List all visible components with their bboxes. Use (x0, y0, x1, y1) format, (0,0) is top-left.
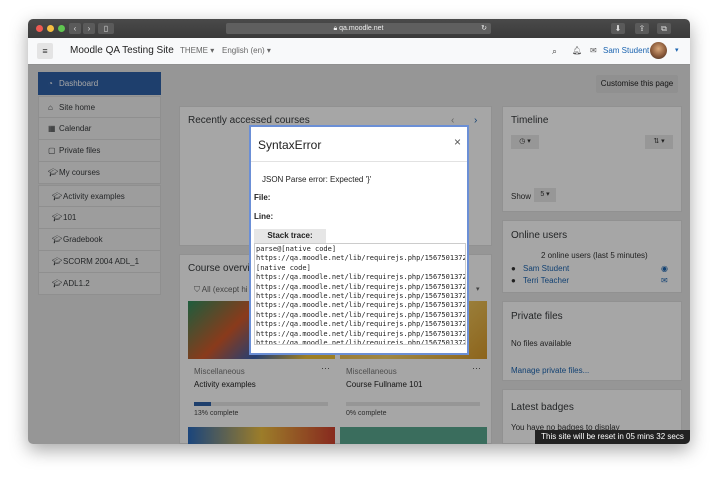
error-modal: SyntaxError × JSON Parse error: Expected… (249, 125, 469, 355)
modal-title: SyntaxError (258, 138, 322, 152)
stack-trace-button[interactable]: Stack trace: (254, 229, 326, 243)
stack-trace-line: https://qa.moodle.net/lib/requirejs.php/… (256, 292, 466, 301)
theme-menu[interactable]: THEME ▾ (180, 38, 214, 64)
stack-trace-box[interactable]: parse@[native code] https://qa.moodle.net… (254, 243, 466, 345)
avatar[interactable] (650, 42, 667, 59)
language-menu[interactable]: English (en) ▾ (222, 38, 271, 64)
stack-trace-line: https://qa.moodle.net/lib/requirejs.php/… (256, 273, 466, 282)
hamburger-menu-icon[interactable]: ≡ (37, 43, 53, 59)
stack-trace-line: https://qa.moodle.net/lib/requirejs.php/… (256, 320, 466, 329)
reset-countdown-toast: This site will be reset in 05 mins 32 se… (535, 430, 690, 444)
minimize-window-button[interactable] (47, 25, 54, 32)
stack-trace-line: https://qa.moodle.net/lib/requirejs.php/… (256, 339, 466, 345)
stack-trace-line: https://qa.moodle.net/lib/requirejs.php/… (256, 301, 466, 310)
user-menu-chevron-down-icon[interactable]: ▾ (675, 38, 679, 64)
sidebar-toggle-icon[interactable]: ▯ (98, 23, 114, 34)
browser-window: ‹ › ▯ 🔒︎ qa.moodle.net ↻ ⬇ ⇪ ⧉ ≡ Moodle … (28, 19, 690, 444)
download-icon[interactable]: ⬇ (611, 23, 625, 34)
tabs-icon[interactable]: ⧉ (657, 23, 671, 34)
back-icon[interactable]: ‹ (69, 23, 81, 34)
zoom-window-button[interactable] (58, 25, 65, 32)
close-icon[interactable]: × (454, 135, 461, 149)
user-name[interactable]: Sam Student (603, 38, 649, 64)
stack-trace-line: https://qa.moodle.net/lib/requirejs.php/… (256, 282, 466, 291)
modal-divider (251, 161, 467, 162)
moodle-navbar: ≡ Moodle QA Testing Site THEME ▾ English… (28, 38, 690, 65)
site-name[interactable]: Moodle QA Testing Site (70, 38, 174, 64)
share-icon[interactable]: ⇪ (635, 23, 649, 34)
browser-titlebar: ‹ › ▯ 🔒︎ qa.moodle.net ↻ ⬇ ⇪ ⧉ (28, 19, 690, 38)
line-label: Line: (254, 212, 274, 221)
stack-trace-line: [native code] (256, 263, 311, 272)
stack-trace-line: https://qa.moodle.net/lib/requirejs.php/… (256, 254, 466, 263)
reload-icon[interactable]: ↻ (481, 23, 487, 34)
search-icon[interactable]: ⌕ (552, 38, 557, 64)
forward-icon[interactable]: › (83, 23, 95, 34)
address-bar[interactable]: 🔒︎ qa.moodle.net ↻ (226, 23, 491, 34)
stack-trace-line: https://qa.moodle.net/lib/requirejs.php/… (256, 310, 466, 319)
messages-icon[interactable]: ✉ (590, 38, 597, 64)
error-message: JSON Parse error: Expected '}' (262, 175, 372, 184)
stack-trace-line: parse@[native code] (256, 245, 337, 253)
stack-trace-line: https://qa.moodle.net/lib/requirejs.php/… (256, 329, 466, 338)
file-label: File: (254, 193, 271, 202)
close-window-button[interactable] (36, 25, 43, 32)
notification-bell-icon[interactable]: 🔔︎ (572, 38, 582, 64)
address-text: qa.moodle.net (339, 25, 384, 32)
